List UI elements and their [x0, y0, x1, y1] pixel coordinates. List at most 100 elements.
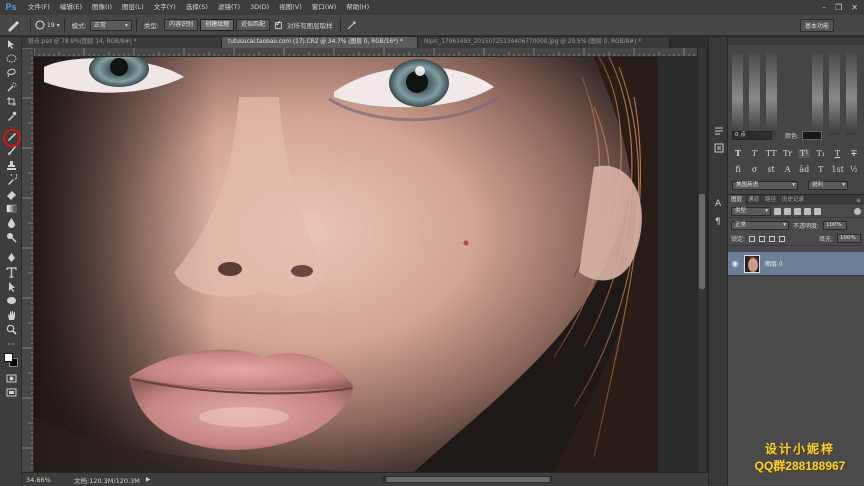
ordinals-button[interactable]: 1st — [831, 165, 843, 174]
history-panel-button[interactable] — [709, 121, 729, 139]
horizontal-scrollbar[interactable] — [382, 476, 552, 483]
blend-mode-select[interactable]: 正常 — [731, 220, 789, 230]
language-select[interactable]: 美国英语 — [732, 181, 798, 190]
fill-input[interactable]: 100% — [837, 234, 861, 243]
ligatures-button[interactable]: fi — [732, 165, 744, 174]
menu-help[interactable]: 帮助(H) — [341, 0, 374, 15]
spot-healing-brush-tool[interactable] — [0, 129, 22, 148]
zoom-level[interactable]: 34.66% — [26, 476, 64, 484]
tab-history[interactable]: 历史记录 — [779, 195, 807, 205]
opacity-input[interactable]: 100% — [823, 220, 848, 230]
subscript-button[interactable]: T₁ — [815, 149, 827, 158]
document-tab-active[interactable]: tutusucai.taobao.com (17).CR2 @ 34.7% (图… — [222, 37, 418, 48]
paragraph-panel-button[interactable]: ¶ — [709, 211, 729, 229]
move-tool[interactable] — [0, 37, 22, 51]
document-tab[interactable]: Nipic_17961493_20150725134406770000.jpg … — [418, 37, 670, 48]
properties-panel-button[interactable] — [709, 139, 729, 157]
faux-italic-button[interactable]: T — [749, 149, 761, 158]
panel-menu-icon[interactable]: ≡ — [856, 197, 861, 204]
menu-view[interactable]: 视图(V) — [274, 0, 307, 15]
brush-picker[interactable]: 19 ▾ — [35, 20, 60, 30]
workspace-switcher[interactable]: 基本功能 — [799, 19, 834, 32]
lock-all-icon[interactable] — [779, 235, 786, 242]
eraser-tool[interactable] — [0, 187, 22, 201]
menu-window[interactable]: 窗口(W) — [307, 0, 342, 15]
vertical-scroll-thumb[interactable] — [699, 194, 705, 289]
tool-preset-picker[interactable] — [0, 16, 26, 34]
layer-row[interactable]: ◉ 图层 0 — [728, 252, 864, 276]
underline-button[interactable]: T — [831, 149, 843, 158]
swash-button[interactable]: A — [782, 165, 794, 174]
small-caps-button[interactable]: Tr — [782, 149, 794, 158]
menu-filter[interactable]: 滤镜(T) — [213, 0, 245, 15]
lock-position-icon[interactable] — [769, 235, 776, 242]
menu-3d[interactable]: 3D(D) — [245, 0, 274, 15]
metric-slider[interactable] — [812, 53, 823, 135]
crop-tool[interactable] — [0, 95, 22, 109]
lock-transparent-icon[interactable] — [749, 235, 756, 242]
metric-slider[interactable] — [732, 53, 743, 135]
dodge-tool[interactable] — [0, 230, 22, 244]
horizontal-scroll-thumb[interactable] — [386, 477, 550, 482]
zoom-tool[interactable] — [0, 322, 22, 336]
quick-mask-button[interactable] — [0, 371, 22, 385]
document-tab[interactable]: 斑点.psd @ 78.9%(图层 14, RGB/8#) * — [22, 37, 222, 48]
faux-bold-button[interactable]: T — [732, 148, 744, 158]
pen-tool[interactable] — [0, 250, 22, 264]
close-button[interactable]: ✕ — [851, 0, 858, 15]
tab-layers[interactable]: 图层 — [728, 195, 746, 205]
lock-pixels-icon[interactable] — [759, 235, 766, 242]
filter-shape-icon[interactable] — [804, 207, 811, 215]
superscript-button[interactable]: T¹ — [798, 148, 811, 158]
restore-button[interactable]: ❐ — [835, 0, 842, 15]
fractions-button[interactable]: ½ — [848, 165, 860, 174]
foreground-color-swatch[interactable] — [4, 353, 13, 363]
document-canvas[interactable] — [34, 57, 697, 472]
clone-stamp-tool[interactable] — [0, 158, 22, 172]
path-selection-tool[interactable] — [0, 279, 22, 293]
menu-file[interactable]: 文件(F) — [23, 0, 55, 15]
menu-type[interactable]: 文字(Y) — [149, 0, 181, 15]
screen-mode-button[interactable] — [0, 386, 22, 400]
shape-tool[interactable] — [0, 294, 22, 308]
minimize-button[interactable]: – — [822, 0, 826, 15]
filter-type-icon[interactable] — [794, 207, 801, 215]
vertical-ruler[interactable] — [22, 48, 34, 472]
visibility-eye-icon[interactable]: ◉ — [728, 259, 742, 268]
status-menu-arrow[interactable]: ▶ — [146, 476, 151, 483]
create-texture-button[interactable]: 创建纹理 — [200, 19, 235, 31]
type-tool[interactable] — [0, 265, 22, 279]
blur-tool[interactable] — [0, 216, 22, 230]
vertical-scrollbar[interactable] — [697, 48, 706, 472]
tab-paths[interactable]: 路径 — [762, 195, 779, 205]
strikethrough-button[interactable]: T — [848, 149, 860, 158]
metric-slider[interactable] — [766, 53, 777, 135]
metric-slider[interactable] — [829, 53, 840, 135]
content-aware-button[interactable]: 内容识别 — [164, 19, 199, 31]
pressure-size-icon[interactable] — [347, 20, 357, 30]
discretionary-ligatures-button[interactable]: st — [765, 165, 777, 174]
filter-adjustment-icon[interactable] — [784, 207, 791, 215]
text-color-swatch[interactable] — [802, 130, 823, 140]
stylistic-alternates-button[interactable]: ād — [798, 165, 810, 174]
proximity-match-button[interactable]: 近似匹配 — [236, 19, 271, 31]
quick-selection-tool[interactable] — [0, 80, 22, 94]
character-panel-button[interactable]: A — [709, 193, 729, 211]
antialias-select[interactable]: 锐利 — [808, 181, 848, 190]
filter-pixel-icon[interactable] — [774, 207, 781, 215]
layer-name[interactable]: 图层 0 — [765, 259, 783, 268]
menu-layer[interactable]: 图层(L) — [117, 0, 149, 15]
color-swatches[interactable] — [0, 351, 22, 371]
mode-select[interactable]: 正常 — [89, 19, 132, 31]
marquee-tool[interactable] — [0, 51, 22, 65]
menu-edit[interactable]: 编辑(E) — [55, 0, 87, 15]
metric-slider[interactable] — [846, 53, 857, 135]
eyedropper-tool[interactable] — [0, 109, 22, 123]
tab-channels[interactable]: 通道 — [745, 195, 762, 205]
sample-all-layers-checkbox[interactable] — [275, 19, 283, 29]
menu-image[interactable]: 图像(I) — [87, 0, 117, 15]
all-caps-button[interactable]: TT — [765, 149, 777, 158]
gradient-tool[interactable] — [0, 201, 22, 215]
more-tools[interactable]: ··· — [0, 337, 22, 351]
titling-alternates-button[interactable]: T — [815, 165, 827, 174]
